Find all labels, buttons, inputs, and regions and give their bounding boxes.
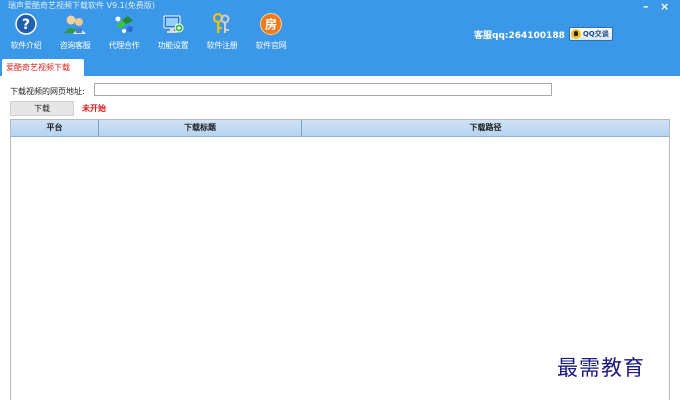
svg-text:?: ? bbox=[22, 17, 30, 33]
toolbar-customer-service-button[interactable]: 咨询客服 bbox=[51, 12, 99, 56]
toolbar-partner-button[interactable]: 代理合作 bbox=[100, 12, 148, 56]
column-header-platform[interactable]: 平台 bbox=[11, 120, 99, 136]
minimize-button[interactable]: – bbox=[643, 1, 649, 13]
qq-logo-icon bbox=[570, 29, 581, 39]
tab-label: 爱酷奇艺视频下载 bbox=[6, 63, 70, 72]
support-contact: 客服qq:264100188 QQ交谈 bbox=[474, 27, 613, 41]
toolbar-label: 功能设置 bbox=[157, 41, 189, 50]
customer-service-icon bbox=[64, 15, 86, 34]
header-bar: 瑞声爱酷奇艺视频下载软件 V9.1(免费版) – × ? 软件介绍 咨询客服 代… bbox=[0, 0, 680, 76]
qq-chat-label: QQ交谈 bbox=[582, 30, 609, 38]
toolbar-official-site-button[interactable]: 房 软件官网 bbox=[247, 12, 295, 56]
toolbar-register-button[interactable]: 软件注册 bbox=[198, 12, 246, 56]
app-window: 瑞声爱酷奇艺视频下载软件 V9.1(免费版) – × ? 软件介绍 咨询客服 代… bbox=[0, 0, 680, 400]
toolbar-label: 咨询客服 bbox=[59, 41, 91, 50]
download-button[interactable]: 下载 bbox=[10, 101, 74, 116]
download-status: 未开始 bbox=[82, 104, 106, 113]
toolbar-label: 代理合作 bbox=[108, 41, 140, 50]
toolbar-label: 软件介绍 bbox=[10, 41, 42, 50]
close-button[interactable]: × bbox=[660, 1, 669, 13]
window-title: 瑞声爱酷奇艺视频下载软件 V9.1(免费版) bbox=[8, 1, 155, 10]
support-qq-text: 客服qq:264100188 bbox=[474, 30, 565, 41]
help-icon: ? bbox=[15, 13, 37, 35]
watermark-text: 最需教育 bbox=[557, 356, 645, 380]
register-key-icon bbox=[212, 12, 230, 33]
official-site-icon: 房 bbox=[260, 13, 282, 35]
tab-video-download[interactable]: 爱酷奇艺视频下载 bbox=[2, 59, 84, 76]
url-input[interactable] bbox=[94, 83, 552, 96]
toolbar-label: 软件注册 bbox=[206, 41, 238, 50]
column-header-path[interactable]: 下载路径 bbox=[302, 120, 669, 136]
toolbar-software-intro-button[interactable]: ? 软件介绍 bbox=[2, 12, 50, 56]
partner-icon bbox=[115, 16, 133, 33]
url-label: 下载视频的网页地址: bbox=[10, 87, 85, 96]
toolbar: ? 软件介绍 咨询客服 代理合作 功能设置 软件注册 房 软件官网 bbox=[2, 12, 296, 58]
toolbar-settings-button[interactable]: 功能设置 bbox=[149, 12, 197, 56]
svg-text:房: 房 bbox=[265, 17, 277, 32]
table-header: 平台 下载标题 下载路径 bbox=[11, 120, 669, 137]
toolbar-label: 软件官网 bbox=[255, 41, 287, 50]
column-header-title[interactable]: 下载标题 bbox=[99, 120, 302, 136]
qq-chat-button[interactable]: QQ交谈 bbox=[568, 27, 613, 41]
settings-icon bbox=[163, 15, 184, 33]
